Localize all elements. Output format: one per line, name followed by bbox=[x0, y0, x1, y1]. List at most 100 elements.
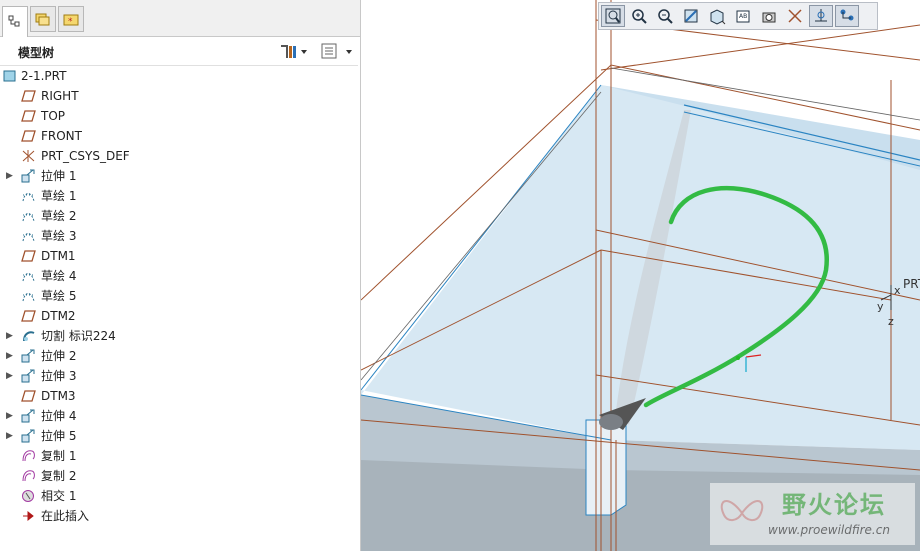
tree-item-label: DTM2 bbox=[41, 309, 76, 323]
zoom-in-button[interactable] bbox=[627, 5, 651, 27]
expand-arrow-icon[interactable]: ▶ bbox=[6, 366, 16, 386]
svg-text:z: z bbox=[888, 315, 894, 328]
panel-title: 模型树 bbox=[18, 46, 55, 60]
refit-button[interactable] bbox=[601, 5, 625, 27]
datum-plane-icon bbox=[21, 109, 36, 123]
tree-item-label: TOP bbox=[41, 109, 66, 123]
tree-item-label: 草绘 2 bbox=[41, 209, 77, 223]
view-manager-button[interactable] bbox=[757, 5, 781, 27]
spin-center-button[interactable] bbox=[809, 5, 833, 27]
datum-plane-icon bbox=[21, 129, 36, 143]
view-manager-icon bbox=[762, 12, 776, 23]
tree-item[interactable]: DTM3 bbox=[0, 386, 358, 406]
tree-item-label: 在此插入 bbox=[41, 509, 90, 523]
tree-item[interactable]: PRT_CSYS_DEF bbox=[0, 146, 358, 166]
tree-item[interactable]: 复制 2 bbox=[0, 466, 358, 486]
repaint-button[interactable] bbox=[679, 5, 703, 27]
tree-item-label: 草绘 4 bbox=[41, 269, 77, 283]
tree-item[interactable]: RIGHT bbox=[0, 86, 358, 106]
svg-text:*: * bbox=[68, 17, 73, 27]
tree-item[interactable]: ▶ 拉伸 4 bbox=[0, 406, 358, 426]
datum-display-button[interactable] bbox=[783, 5, 807, 27]
tree-item[interactable]: DTM2 bbox=[0, 306, 358, 326]
svg-text:AB: AB bbox=[739, 13, 747, 20]
tree-item[interactable]: ▶ 切割 标识224 bbox=[0, 326, 358, 346]
zoom-in-icon bbox=[632, 9, 647, 24]
forum-watermark: 野火论坛 www.proewildfire.cn bbox=[710, 483, 915, 545]
tree-root-label: 2-1.PRT bbox=[21, 69, 67, 83]
view-toolbar: AB bbox=[598, 2, 878, 30]
model-tree-icon bbox=[8, 15, 20, 27]
tree-item-label: 拉伸 1 bbox=[41, 169, 77, 183]
tree-item[interactable]: 草绘 5 bbox=[0, 286, 358, 306]
tree-item[interactable]: TOP bbox=[0, 106, 358, 126]
model-tree: 2-1.PRT RIGHT TOP FRONT PRT_CSYS_DEF ▶ 拉伸 1 草绘… bbox=[0, 66, 358, 526]
tree-item[interactable]: 草绘 4 bbox=[0, 266, 358, 286]
model-tree-panel: * 模型树 2-1.PRT RIGHT TOP FRONT PRT_CSYS_DEF ▶… bbox=[0, 0, 361, 551]
insert-here-icon bbox=[21, 509, 36, 523]
slot-face bbox=[585, 419, 627, 516]
part-icon bbox=[3, 69, 18, 83]
sketch-icon bbox=[21, 269, 36, 283]
tree-item[interactable]: ▶ 拉伸 5 bbox=[0, 426, 358, 446]
extrude-icon bbox=[21, 169, 36, 183]
annotation-display-button[interactable] bbox=[835, 5, 859, 27]
tree-item[interactable]: 草绘 1 bbox=[0, 186, 358, 206]
tree-item[interactable]: 在此插入 bbox=[0, 506, 358, 526]
expand-arrow-icon[interactable]: ▶ bbox=[6, 326, 16, 346]
tree-item[interactable]: ▶ 拉伸 2 bbox=[0, 346, 358, 366]
expand-arrow-icon[interactable]: ▶ bbox=[6, 426, 16, 446]
tree-item[interactable]: ▶ 拉伸 3 bbox=[0, 366, 358, 386]
sketch-icon bbox=[21, 229, 36, 243]
tree-item-label: 草绘 1 bbox=[41, 189, 77, 203]
display-style-icon bbox=[710, 9, 726, 25]
tree-item-label: PRT_CSYS_DEF bbox=[41, 149, 130, 163]
svg-text:y: y bbox=[877, 300, 884, 313]
tab-model-tree[interactable] bbox=[2, 6, 28, 37]
graphics-viewport[interactable]: y z x bbox=[361, 0, 920, 551]
tree-item-label: 拉伸 4 bbox=[41, 409, 77, 423]
tree-item[interactable]: 草绘 3 bbox=[0, 226, 358, 246]
tree-item-label: RIGHT bbox=[41, 89, 79, 103]
watermark-url: www.proewildfire.cn bbox=[768, 523, 890, 537]
tree-item[interactable]: ▶ 拉伸 1 bbox=[0, 166, 358, 186]
cut-icon bbox=[21, 329, 36, 343]
saved-views-button[interactable]: AB bbox=[731, 5, 755, 27]
tree-root[interactable]: 2-1.PRT bbox=[0, 66, 358, 86]
tree-item[interactable]: DTM1 bbox=[0, 246, 358, 266]
settings-dropdown-button[interactable] bbox=[278, 41, 308, 61]
tree-item-label: 复制 1 bbox=[41, 449, 77, 463]
svg-text:x: x bbox=[894, 284, 901, 297]
sketch-icon bbox=[21, 209, 36, 223]
expand-arrow-icon[interactable]: ▶ bbox=[6, 406, 16, 426]
sketch-icon bbox=[21, 189, 36, 203]
expand-arrow-icon[interactable]: ▶ bbox=[6, 346, 16, 366]
expand-arrow-icon[interactable]: ▶ bbox=[6, 166, 16, 186]
datum-plane-icon bbox=[21, 389, 36, 403]
tree-item-label: 拉伸 3 bbox=[41, 369, 77, 383]
tree-item[interactable]: FRONT bbox=[0, 126, 358, 146]
tab-folder-browser[interactable] bbox=[30, 6, 56, 32]
tree-item-label: 草绘 3 bbox=[41, 229, 77, 243]
datum-plane-icon bbox=[21, 249, 36, 263]
tree-item[interactable]: 复制 1 bbox=[0, 446, 358, 466]
tree-item-label: 拉伸 5 bbox=[41, 429, 77, 443]
zoom-out-button[interactable] bbox=[653, 5, 677, 27]
datum-plane-icon bbox=[21, 89, 36, 103]
show-dropdown-button[interactable] bbox=[320, 41, 356, 61]
tree-item[interactable]: 相交 1 bbox=[0, 486, 358, 506]
copy-icon bbox=[21, 449, 36, 463]
extrude-icon bbox=[21, 409, 36, 423]
csys-label: PRT bbox=[903, 277, 920, 291]
tree-item-label: 复制 2 bbox=[41, 469, 77, 483]
tree-item[interactable]: 草绘 2 bbox=[0, 206, 358, 226]
display-style-button[interactable] bbox=[705, 5, 729, 27]
datum-plane-icon bbox=[21, 309, 36, 323]
sketch-icon bbox=[21, 289, 36, 303]
model-scene: y z x bbox=[361, 0, 920, 551]
tree-item-label: DTM1 bbox=[41, 249, 76, 263]
tab-favorites[interactable]: * bbox=[58, 6, 84, 32]
refit-icon bbox=[605, 8, 621, 24]
coordinate-system-icon bbox=[21, 149, 36, 163]
tree-item-label: 草绘 5 bbox=[41, 289, 77, 303]
